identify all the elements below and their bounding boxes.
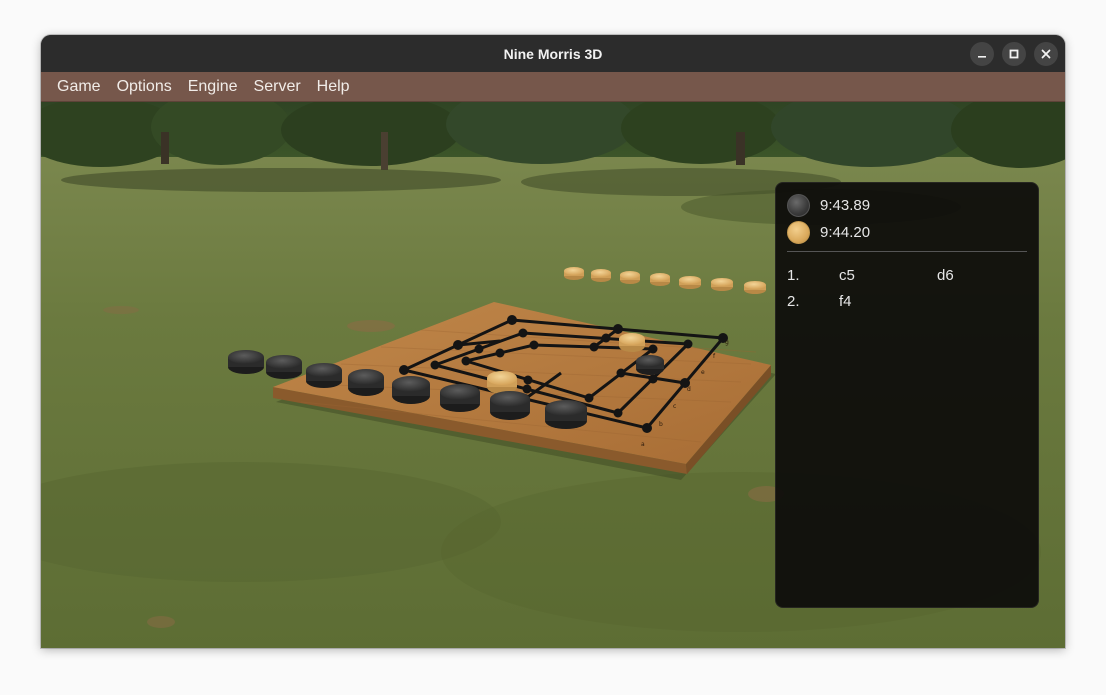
black-timer: 9:43.89: [787, 193, 871, 217]
svg-text:a: a: [641, 441, 645, 448]
menu-engine[interactable]: Engine: [180, 72, 246, 101]
menu-options[interactable]: Options: [109, 72, 180, 101]
black-piece-icon: [787, 193, 810, 217]
game-scene[interactable]: abc defg 9:43.89 9:44.20 1. c5 d6 2. f4: [41, 102, 1065, 648]
menu-game[interactable]: Game: [49, 72, 109, 101]
move-row: 2. f4: [787, 293, 1027, 319]
minimize-button[interactable]: [970, 42, 994, 66]
menu-server[interactable]: Server: [246, 72, 309, 101]
move-white: c5: [839, 267, 855, 284]
menu-help[interactable]: Help: [309, 72, 358, 101]
maximize-button[interactable]: [1002, 42, 1026, 66]
move-white: f4: [839, 293, 852, 310]
white-piece-icon: [787, 220, 810, 244]
move-black: d6: [937, 267, 954, 284]
panel-divider: [787, 251, 1027, 252]
svg-text:c: c: [673, 403, 676, 410]
white-timer-value: 9:44.20: [820, 223, 871, 241]
move-row: 1. c5 d6: [787, 267, 1027, 293]
title-bar[interactable]: Nine Morris 3D: [41, 35, 1065, 73]
maximize-icon: [1009, 49, 1019, 59]
svg-text:b: b: [659, 421, 663, 428]
menu-bar: Game Options Engine Server Help: [41, 72, 1065, 102]
white-timer: 9:44.20: [787, 220, 871, 244]
svg-text:e: e: [701, 369, 705, 376]
svg-text:g: g: [725, 339, 729, 346]
window-title: Nine Morris 3D: [503, 45, 603, 62]
white-piece-f4[interactable]: [619, 333, 645, 352]
close-icon: [1041, 49, 1051, 59]
app-window: Nine Morris 3D Game Options Engine Serve…: [41, 35, 1065, 648]
black-timer-value: 9:43.89: [820, 196, 871, 214]
svg-text:d: d: [687, 386, 691, 393]
black-piece-d6[interactable]: [636, 355, 664, 375]
move-list: 1. c5 d6 2. f4: [787, 267, 1027, 319]
close-button[interactable]: [1034, 42, 1058, 66]
move-number: 1.: [787, 267, 800, 284]
white-piece-c5[interactable]: [487, 371, 517, 394]
game-info-panel: 9:43.89 9:44.20 1. c5 d6 2. f4: [775, 182, 1039, 608]
minimize-icon: [978, 56, 986, 58]
move-number: 2.: [787, 293, 800, 310]
